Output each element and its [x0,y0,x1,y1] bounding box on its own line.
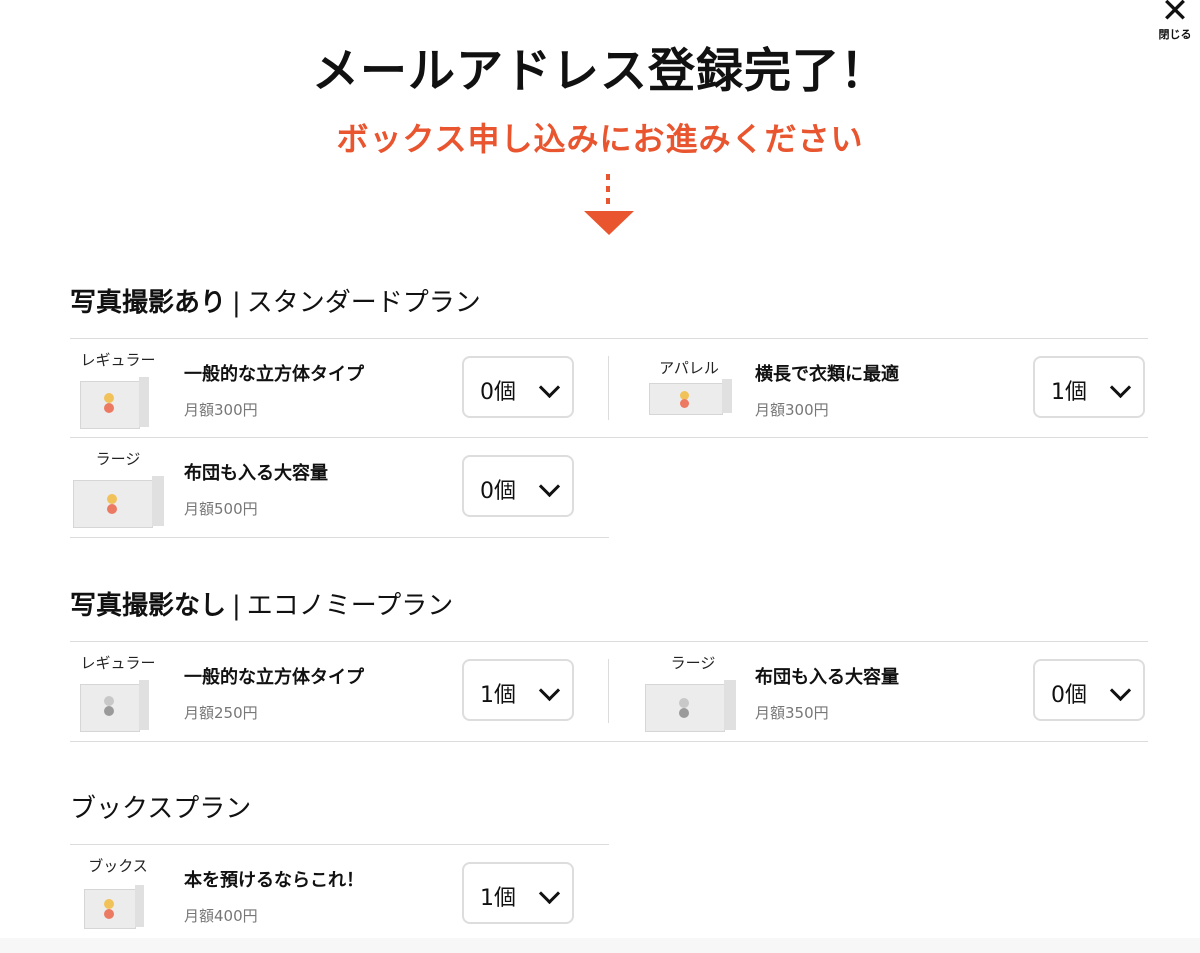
section-heading-book: ブックスプラン [70,788,251,825]
product-name: 一般的な立方体タイプ [184,364,364,385]
box-image: ラージ [641,642,737,741]
box-label: アパレル [659,359,719,377]
box-label: レギュラー [80,351,156,369]
chevron-down-icon [538,882,561,905]
box-image: ラージ [70,438,166,537]
quantity-select[interactable]: 1個 [1033,356,1145,418]
product-price: 月額250円 [184,704,258,722]
divider [70,537,609,538]
chevron-down-icon [538,376,561,399]
product-name: 本を預けるならこれ！ [184,870,364,891]
quantity-select[interactable]: 0個 [462,356,574,418]
page-title: メールアドレス登録完了！ [312,44,888,99]
product-row-standard-regular: レギュラー 一般的な立方体タイプ 月額300円 0個 [70,339,609,438]
section-heading-rest: スタンダードプラン [246,288,481,318]
chevron-down-icon [1109,376,1132,399]
quantity-value: 0個 [1051,683,1087,708]
arrow-down-icon [584,211,634,235]
product-price: 月額350円 [755,704,829,722]
page-subtitle: ボックス申し込みにお進みください [336,120,864,158]
box-label: ラージ [95,450,141,468]
product-row-book: ブックス 本を預けるならこれ！ 月額400円 1個 [70,845,609,944]
product-row-standard-apparel: アパレル 横長で衣類に最適 月額300円 1個 [641,339,1180,438]
product-row-standard-large: ラージ 布団も入る大容量 月額500円 0個 [70,438,609,537]
chevron-down-icon [1109,679,1132,702]
section-heading-rest: ブックスプラン [70,794,252,824]
section-heading-rest: エコノミープラン [246,591,454,621]
section-heading-economy: 写真撮影なし | エコノミープラン [70,585,453,622]
quantity-value: 0個 [480,380,516,405]
section-heading-bold: 写真撮影なし [70,591,227,621]
product-price: 月額300円 [755,401,829,419]
quantity-select[interactable]: 0個 [1033,659,1145,721]
box-label: ラージ [670,654,716,672]
box-image: ブックス [70,845,166,944]
column-divider [608,659,609,723]
close-icon: ✕ [1160,0,1190,31]
section-heading-bold: 写真撮影あり [70,288,227,318]
column-divider [608,356,609,420]
box-image: アパレル [641,339,737,438]
product-price: 月額300円 [184,401,258,419]
bottom-fade [0,938,1200,953]
quantity-value: 1個 [1051,380,1087,405]
box-label: レギュラー [80,654,156,672]
product-row-economy-regular: レギュラー 一般的な立方体タイプ 月額250円 1個 [70,642,609,741]
section-heading-separator: | [232,591,241,621]
box-image: レギュラー [70,642,166,741]
box-label: ブックス [88,857,148,875]
section-heading-standard: 写真撮影あり | スタンダードプラン [70,282,481,319]
quantity-select[interactable]: 0個 [462,455,574,517]
chevron-down-icon [538,679,561,702]
product-price: 月額500円 [184,500,258,518]
quantity-value: 0個 [480,479,516,504]
quantity-value: 1個 [480,683,516,708]
product-name: 横長で衣類に最適 [755,364,899,385]
section-heading-separator: | [232,288,241,318]
product-name: 一般的な立方体タイプ [184,667,364,688]
product-name: 布団も入る大容量 [755,667,899,688]
divider [70,741,1148,742]
box-image: レギュラー [70,339,166,438]
quantity-select[interactable]: 1個 [462,862,574,924]
dotted-line [606,174,610,210]
product-name: 布団も入る大容量 [184,463,328,484]
quantity-value: 1個 [480,886,516,911]
product-row-economy-large: ラージ 布団も入る大容量 月額350円 0個 [641,642,1180,741]
chevron-down-icon [538,475,561,498]
quantity-select[interactable]: 1個 [462,659,574,721]
product-price: 月額400円 [184,907,258,925]
